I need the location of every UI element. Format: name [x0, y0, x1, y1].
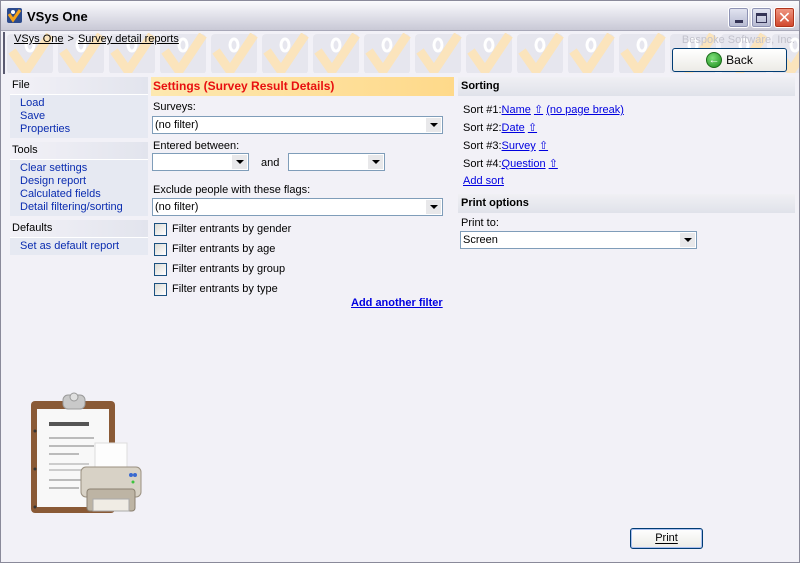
- sidebar-group-title: File: [10, 77, 148, 94]
- sidebar-item-set-default-report[interactable]: Set as default report: [20, 240, 148, 253]
- chevron-down-icon: [426, 200, 441, 214]
- sort-prefix: Sort #3:: [463, 140, 502, 152]
- company-name: Bespoke Software, Inc.: [681, 34, 795, 46]
- breadcrumb: VSys One > Survey detail reports: [14, 33, 179, 45]
- banner-logo-watermark-icon: [568, 33, 615, 73]
- filter-group-checkbox[interactable]: Filter entrants by group: [154, 262, 285, 276]
- sidebar-group-defaults: Defaults Set as default report: [10, 220, 148, 255]
- minimize-button[interactable]: [728, 7, 749, 28]
- sidebar-item-detail-filtering-sorting[interactable]: Detail filtering/sorting: [20, 201, 148, 214]
- sort-prefix: Sort #1:: [463, 104, 502, 116]
- breadcrumb-home-link[interactable]: VSys One: [14, 33, 64, 45]
- sort-field-link[interactable]: Survey: [502, 140, 536, 152]
- banner-logo-watermark-icon: [466, 33, 513, 73]
- checkbox-label: Filter entrants by age: [172, 243, 276, 255]
- banner-logo-watermark-icon: [415, 33, 462, 73]
- close-icon: ✕: [777, 7, 792, 27]
- close-button[interactable]: ✕: [774, 7, 795, 28]
- print-to-value: Screen: [463, 234, 498, 246]
- settings-panel: Settings (Survey Result Details): [151, 77, 454, 96]
- filter-type-checkbox[interactable]: Filter entrants by type: [154, 282, 278, 296]
- sorting-title: Sorting: [458, 77, 795, 96]
- maximize-button[interactable]: [751, 7, 772, 28]
- page-break-link[interactable]: (no page break): [546, 104, 624, 116]
- filter-age-checkbox[interactable]: Filter entrants by age: [154, 242, 275, 256]
- sidebar-group-title: Defaults: [10, 220, 148, 237]
- sidebar-group-title: Tools: [10, 142, 148, 159]
- sidebar-group-tools: Tools Clear settings Design report Calcu…: [10, 142, 148, 216]
- print-to-select[interactable]: Screen: [460, 231, 697, 249]
- app-window: VSys One ✕ VSys One > Survey detail report…: [0, 0, 800, 563]
- checkbox-label: Filter entrants by type: [172, 283, 278, 295]
- checkbox-label: Filter entrants by group: [172, 263, 286, 275]
- sort-prefix: Sort #4:: [463, 158, 502, 170]
- checkbox-label: Filter entrants by gender: [172, 223, 292, 235]
- sidebar-group-file: File Load Save Properties: [10, 77, 148, 138]
- window-title: VSys One: [27, 9, 88, 24]
- print-options-title: Print options: [458, 194, 795, 213]
- chevron-down-icon: [680, 233, 695, 247]
- sort-field-link[interactable]: Name: [502, 104, 531, 116]
- banner-logo-watermark-icon: [619, 33, 666, 73]
- arrow-left-circle-icon: ←: [706, 52, 723, 68]
- app-logo-icon: [7, 8, 22, 23]
- breadcrumb-separator: >: [67, 33, 74, 45]
- add-another-filter-link[interactable]: Add another filter: [351, 297, 443, 309]
- sort-row: Sort #4:Question ⇧: [463, 157, 558, 170]
- checkbox-box[interactable]: [154, 222, 167, 236]
- sort-row: Sort #1:Name ⇧ (no page break): [463, 103, 624, 116]
- breadcrumb-current-link[interactable]: Survey detail reports: [78, 33, 179, 45]
- sort-direction-arrow-icon[interactable]: ⇧: [549, 158, 558, 170]
- filter-gender-checkbox[interactable]: Filter entrants by gender: [154, 222, 291, 236]
- title-bar[interactable]: VSys One ✕: [1, 1, 799, 31]
- print-button[interactable]: Print: [630, 528, 703, 549]
- surveys-label: Surveys:: [153, 101, 196, 113]
- and-label: and: [261, 157, 280, 169]
- sidebar-item-properties[interactable]: Properties: [20, 123, 148, 136]
- banner-logo-watermark-icon: [313, 33, 360, 73]
- back-button-label: Back: [726, 53, 753, 67]
- sort-direction-arrow-icon[interactable]: ⇧: [539, 140, 548, 152]
- sidebar-item-clear-settings[interactable]: Clear settings: [20, 162, 148, 175]
- sort-prefix: Sort #2:: [463, 122, 502, 134]
- chevron-down-icon: [368, 155, 383, 169]
- sort-field-link[interactable]: Question: [502, 158, 546, 170]
- sidebar-item-save[interactable]: Save: [20, 110, 148, 123]
- minimize-icon: [734, 20, 743, 23]
- sort-row: Sort #2:Date ⇧: [463, 121, 537, 134]
- sidebar-item-calculated-fields[interactable]: Calculated fields: [20, 188, 148, 201]
- surveys-select[interactable]: (no filter): [152, 116, 443, 134]
- maximize-icon: [756, 12, 767, 23]
- exclude-flags-select[interactable]: (no filter): [152, 198, 443, 216]
- add-sort-link[interactable]: Add sort: [463, 175, 504, 187]
- sort-field-link[interactable]: Date: [502, 122, 525, 134]
- exclude-flags-label: Exclude people with these flags:: [153, 184, 311, 196]
- date-to-select[interactable]: [288, 153, 385, 171]
- sidebar: File Load Save Properties Tools Clear se…: [10, 77, 148, 259]
- settings-title: Settings (Survey Result Details): [151, 77, 454, 96]
- clipboard-printer-illustration: [31, 392, 142, 513]
- exclude-flags-value: (no filter): [155, 201, 199, 213]
- checkbox-box[interactable]: [154, 262, 167, 276]
- sort-direction-arrow-icon[interactable]: ⇧: [534, 104, 543, 116]
- print-button-label: Print: [655, 532, 678, 544]
- checkbox-box[interactable]: [154, 282, 167, 296]
- checkbox-box[interactable]: [154, 242, 167, 256]
- banner-logo-watermark-icon: [211, 33, 258, 73]
- back-button[interactable]: ← Back: [672, 48, 787, 72]
- date-from-select[interactable]: [152, 153, 249, 171]
- sort-direction-arrow-icon[interactable]: ⇧: [528, 122, 537, 134]
- surveys-select-value: (no filter): [155, 119, 199, 131]
- sort-row: Sort #3:Survey ⇧: [463, 139, 548, 152]
- banner-logo-watermark-icon: [364, 33, 411, 73]
- banner-logo-watermark-icon: [262, 33, 309, 73]
- chevron-down-icon: [426, 118, 441, 132]
- banner-logo-watermark-icon: [517, 33, 564, 73]
- chevron-down-icon: [232, 155, 247, 169]
- sidebar-item-load[interactable]: Load: [20, 97, 148, 110]
- print-to-label: Print to:: [461, 217, 499, 229]
- sidebar-item-design-report[interactable]: Design report: [20, 175, 148, 188]
- entered-between-label: Entered between:: [153, 140, 240, 152]
